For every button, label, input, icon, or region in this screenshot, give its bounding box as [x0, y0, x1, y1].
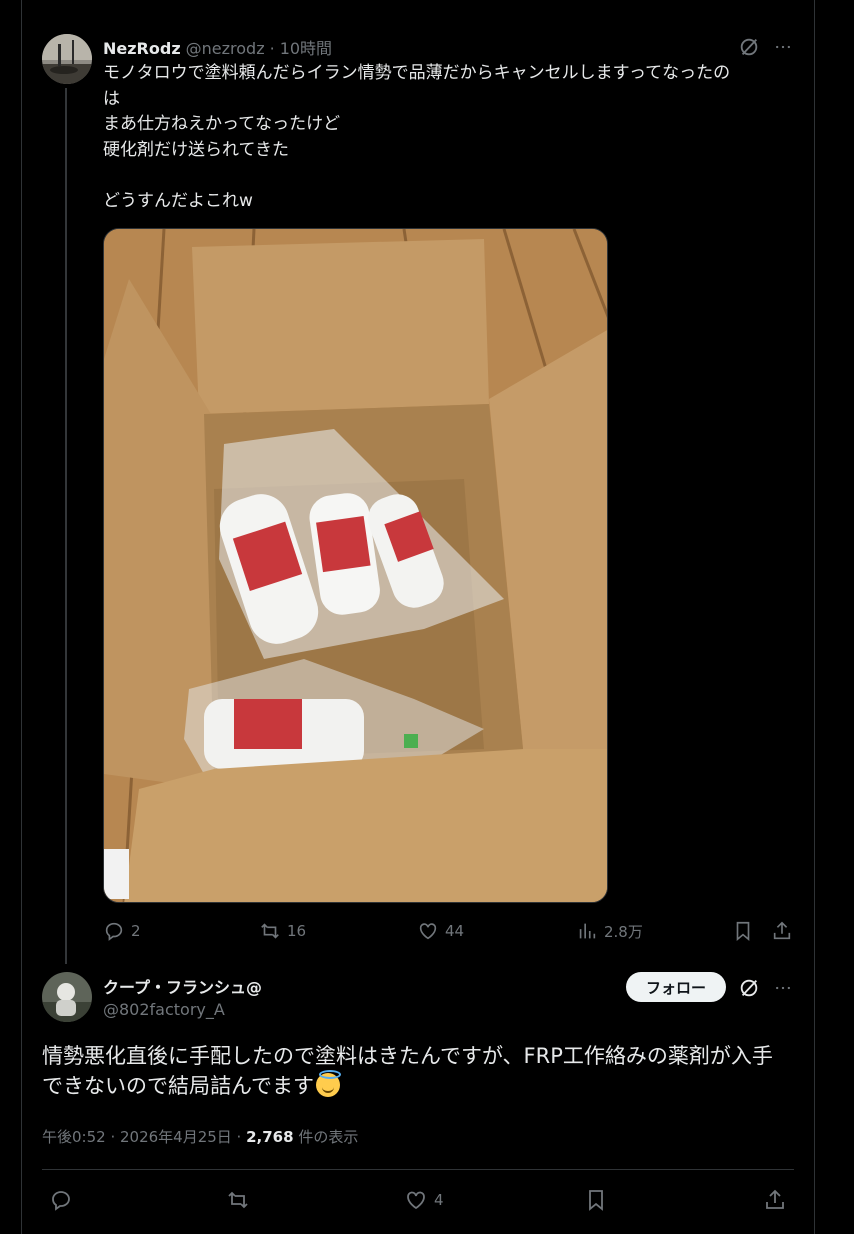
tweet-time[interactable]: 10時間: [280, 35, 332, 59]
retweet-button[interactable]: [226, 1188, 250, 1212]
grok-icon[interactable]: [737, 35, 761, 59]
tweet-timestamp[interactable]: 午後0:52 · 2026年4月25日 ·: [42, 1128, 246, 1146]
display-name[interactable]: クープ・フランシュ@: [103, 974, 262, 998]
tweet1-header: NezRodz @nezrodz · 10時間: [103, 35, 332, 59]
retweet-icon: [228, 1191, 248, 1209]
avatar[interactable]: [42, 972, 92, 1022]
bookmark-icon: [589, 1190, 603, 1211]
bookmark-icon: [736, 921, 750, 942]
share-button[interactable]: [763, 1188, 787, 1212]
reply-count: 2: [131, 922, 141, 940]
user-handle[interactable]: @802factory_A: [103, 1000, 225, 1019]
views-count: 2,768: [246, 1128, 294, 1146]
retweet-icon: [261, 923, 279, 939]
reply-button[interactable]: [49, 1188, 73, 1212]
bookmark-button[interactable]: [584, 1188, 608, 1212]
separator-dot: ·: [269, 39, 275, 58]
avatar-image: [42, 34, 92, 84]
thread-line: [65, 88, 67, 964]
follow-button[interactable]: フォロー: [626, 972, 726, 1002]
views-label: 件の表示: [293, 1128, 359, 1146]
cardboard-box-photo: [104, 229, 607, 902]
more-icon[interactable]: [771, 35, 795, 59]
like-button[interactable]: 4: [404, 1188, 444, 1212]
like-button[interactable]: 44: [417, 920, 464, 942]
share-icon: [773, 921, 791, 940]
avatar[interactable]: [42, 34, 92, 84]
share-button[interactable]: [771, 920, 793, 942]
smiling-face-with-halo-icon: [315, 1070, 341, 1097]
tweet-text: 情勢悪化直後に手配したので塗料はきたんですが、FRP工作絡みの薬剤が入手 できな…: [42, 1041, 792, 1101]
avatar-image: [42, 972, 92, 1022]
tweet-image[interactable]: [103, 228, 608, 903]
like-icon: [407, 1191, 425, 1210]
retweet-count: 16: [287, 922, 307, 940]
share-icon: [766, 1189, 784, 1209]
retweet-button[interactable]: 16: [259, 920, 306, 942]
reply-icon: [105, 922, 123, 941]
tweet-text-body: 情勢悪化直後に手配したので塗料はきたんですが、FRP工作絡みの薬剤が入手 できな…: [42, 1044, 773, 1098]
tweet2-header: クープ・フランシュ@: [103, 974, 262, 998]
tweet2-handle-row: @802factory_A: [103, 1000, 225, 1019]
like-icon: [419, 923, 437, 940]
views-count: 2.8万: [604, 922, 643, 941]
tweet-text: モノタロウで塗料頼んだらイラン情勢で品薄だからキャンセルしますってなったの は …: [103, 63, 731, 211]
views-button[interactable]: 2.8万: [576, 920, 643, 942]
user-handle[interactable]: @nezrodz: [186, 39, 265, 58]
like-count: 44: [445, 922, 465, 940]
bookmark-button[interactable]: [732, 920, 754, 942]
like-count: 4: [434, 1191, 444, 1209]
reply-icon: [52, 1191, 70, 1211]
reply-button[interactable]: 2: [103, 920, 141, 942]
divider: [42, 1169, 794, 1170]
views-icon: [579, 923, 596, 939]
tweet-meta: 午後0:52 · 2026年4月25日 · 2,768 件の表示: [42, 1126, 358, 1147]
display-name[interactable]: NezRodz: [103, 39, 181, 58]
more-icon[interactable]: [771, 976, 795, 1000]
grok-icon[interactable]: [737, 976, 761, 1000]
